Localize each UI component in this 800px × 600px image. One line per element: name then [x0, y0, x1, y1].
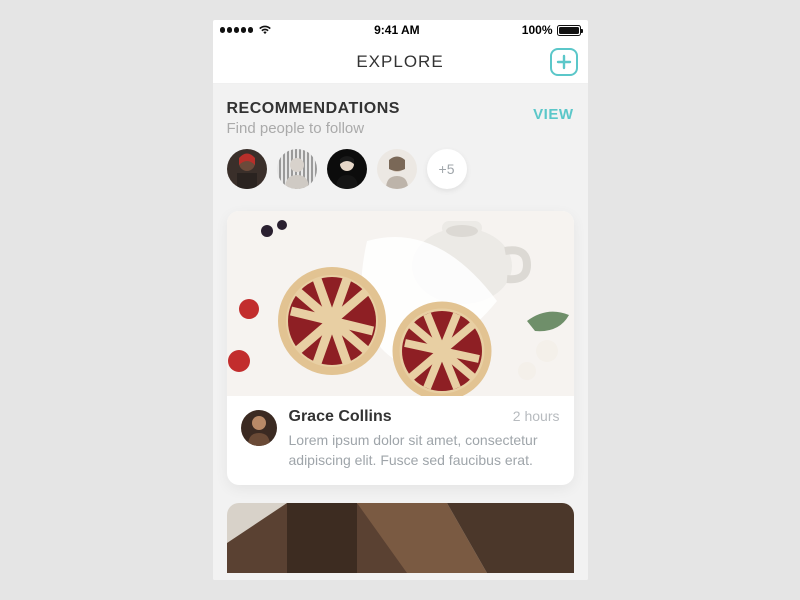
recommendation-avatars: +5 — [227, 149, 574, 189]
status-clock: 9:41 AM — [374, 23, 420, 37]
post-author-name[interactable]: Grace Collins — [289, 408, 392, 426]
add-button[interactable] — [550, 48, 578, 76]
status-left — [220, 25, 273, 35]
wifi-icon — [258, 25, 272, 35]
navbar: EXPLORE — [213, 40, 588, 84]
post-timestamp: 2 hours — [513, 408, 560, 424]
status-bar: 9:41 AM 100% — [213, 20, 588, 40]
view-all-link[interactable]: VIEW — [533, 106, 573, 123]
page-title: EXPLORE — [356, 52, 443, 72]
post-card[interactable]: Grace Collins 2 hours Lorem ipsum dolor … — [227, 211, 574, 485]
avatar[interactable] — [327, 149, 367, 189]
recommendations-title: RECOMMENDATIONS — [227, 100, 400, 118]
battery-percent: 100% — [522, 23, 553, 37]
plus-icon — [556, 54, 572, 70]
signal-dots-icon — [220, 27, 254, 33]
avatar[interactable] — [377, 149, 417, 189]
status-right: 100% — [522, 23, 581, 37]
content-scroll[interactable]: RECOMMENDATIONS Find people to follow VI… — [213, 84, 588, 580]
avatar-overflow[interactable]: +5 — [427, 149, 467, 189]
post-body: Grace Collins 2 hours Lorem ipsum dolor … — [227, 396, 574, 485]
avatar[interactable] — [277, 149, 317, 189]
post-author-avatar[interactable] — [241, 410, 277, 446]
avatar[interactable] — [227, 149, 267, 189]
post-description: Lorem ipsum dolor sit amet, consectetur … — [289, 430, 560, 471]
recommendations-header: RECOMMENDATIONS Find people to follow VI… — [227, 100, 574, 137]
battery-icon — [557, 25, 581, 36]
post-card-next[interactable] — [227, 503, 574, 573]
phone-frame: 9:41 AM 100% EXPLORE RECOMMENDATIONS Fin… — [213, 20, 588, 580]
post-image — [227, 211, 574, 396]
recommendations-subtitle: Find people to follow — [227, 120, 400, 137]
